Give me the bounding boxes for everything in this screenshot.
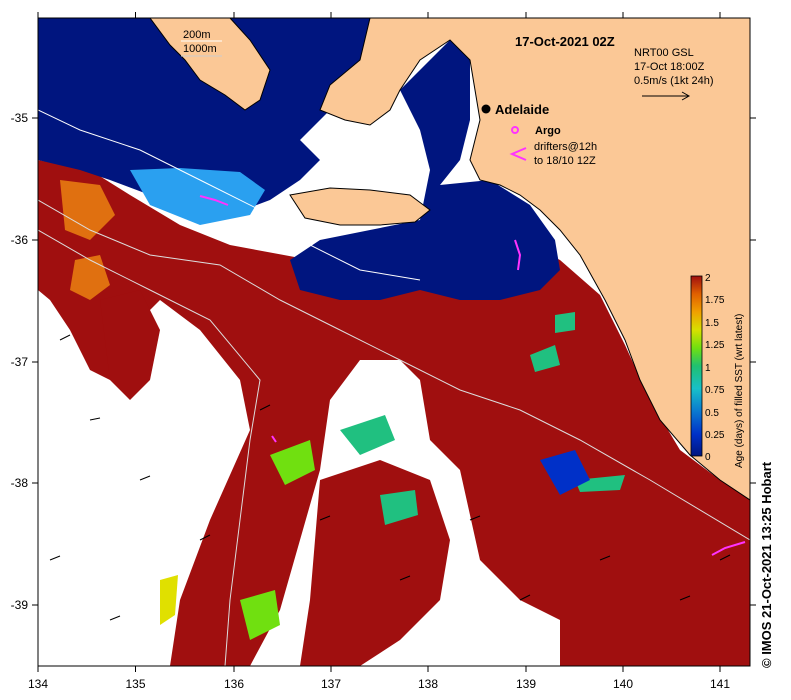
colorbar-tick-1-25: 1.25 [705,340,725,351]
lon-tick-134: 134 [28,677,48,691]
lat-tick-39: -39 [11,598,29,612]
colorbar-label: Age (days) of filled SST (wrt latest) [734,314,745,468]
contour-label-1000m: 1000m [183,43,217,55]
lon-tick-139: 139 [516,677,536,691]
colorbar-tick-1-5: 1.5 [705,318,719,329]
drifters-label-1: drifters@12h [534,141,597,153]
colorbar-tick-0-25: 0.25 [705,430,725,441]
city-dot-icon [481,104,491,114]
sst-age-map: 134 135 136 137 138 139 140 141 -35 -36 … [11,12,756,691]
lon-tick-138: 138 [418,677,438,691]
credit-text: © IMOS 21-Oct-2021 13:25 Hobart [759,461,774,668]
lon-tick-141: 141 [710,677,730,691]
colorbar-tick-0-5: 0.5 [705,408,719,419]
lon-tick-137: 137 [321,677,341,691]
colorbar-tick-2: 2 [705,273,711,284]
current-legend-line-1: NRT00 GSL [634,47,694,59]
contour-label-200m: 200m [183,29,211,41]
current-legend-line-2: 17-Oct 18:00Z [634,61,705,73]
lat-tick-37: -37 [11,355,29,369]
lat-tick-38: -38 [11,476,29,490]
green-patch-5 [555,312,575,333]
colorbar-tick-1: 1 [705,363,711,374]
lat-tick-36: -36 [11,233,29,247]
lon-tick-135: 135 [125,677,145,691]
map-title: 17-Oct-2021 02Z [515,34,615,49]
lon-tick-136: 136 [224,677,244,691]
city-label: Adelaide [495,102,549,117]
drifters-label-2: to 18/10 12Z [534,155,596,167]
lat-tick-35: -35 [11,111,29,125]
current-legend-line-3: 0.5m/s (1kt 24h) [634,75,713,87]
lon-tick-140: 140 [613,677,633,691]
colorbar-gradient [690,275,703,457]
argo-label: Argo [535,125,561,137]
colorbar-tick-0: 0 [705,452,711,463]
colorbar-tick-0-75: 0.75 [705,385,725,396]
colorbar-tick-1-75: 1.75 [705,295,725,306]
map-canvas [38,18,750,666]
